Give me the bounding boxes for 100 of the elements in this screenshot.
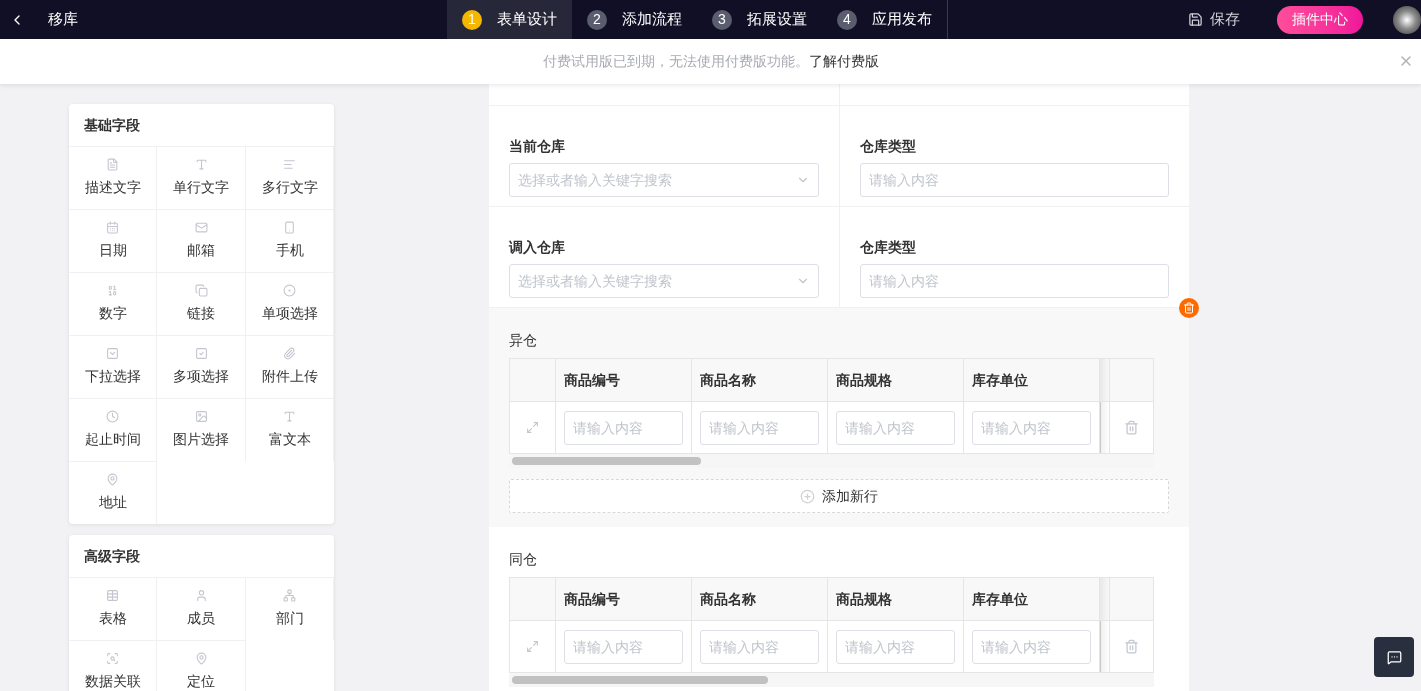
plugin-center-button[interactable]: 插件中心 [1277,5,1363,34]
user-icon [194,589,208,602]
save-button[interactable]: 保存 [1188,8,1240,31]
field-type-item[interactable]: 日期 [69,209,157,272]
avatar[interactable] [1393,5,1421,34]
input-field[interactable]: 请输入内容 [700,410,819,445]
field-type-item[interactable]: 单项选择 [246,272,334,335]
add-row-button[interactable]: 添加新行 [509,479,1169,513]
column-header: 商品名称 [692,359,828,401]
plus-circle-icon [800,488,815,504]
field-type-item[interactable]: 定位 [157,640,246,691]
trash-icon[interactable] [1124,420,1139,435]
field-type-item[interactable]: 图片选择 [157,398,246,461]
step-number: 2 [587,9,607,30]
text-icon [283,410,296,423]
fixed-column-shadow [1100,621,1109,672]
document-icon [106,158,119,171]
trash-icon[interactable] [1124,639,1139,654]
scrollbar-thumb[interactable] [512,676,768,684]
org-chart-icon [283,589,296,602]
field-type-item[interactable]: 链接 [157,272,246,335]
save-icon [1188,12,1203,27]
input-field[interactable]: 请输入内容 [836,629,955,664]
notice-text: 付费试用版已到期，无法使用付费版功能。 [542,52,809,71]
field-label: 仓库类型 [860,238,916,257]
field-type-item[interactable]: 表格 [69,577,157,640]
column-header: 商品规格 [828,578,964,620]
dropdown-icon [106,347,119,360]
scrollbar-thumb[interactable] [512,457,701,465]
step-tab[interactable]: 2 添加流程 [572,0,697,39]
group-title: 基础字段 [83,115,141,135]
step-tab[interactable]: 3 拓展设置 [697,0,822,39]
field-type-item[interactable]: 下拉选择 [69,335,157,398]
step-tab[interactable]: 4 应用发布 [822,0,947,39]
input-field[interactable]: 请输入内容 [972,410,1091,445]
radio-icon [283,284,296,297]
header-cell [1109,359,1153,401]
input-field[interactable]: 请输入内容 [836,410,955,445]
field-type-item[interactable]: 多项选择 [157,335,246,398]
step-number: 3 [712,9,732,30]
clock-icon [106,410,119,423]
chat-icon [1386,649,1402,665]
phone-icon [283,221,296,234]
checkbox-icon [194,347,208,360]
paragraph-icon [283,158,296,171]
number-icon [106,284,119,297]
step-number: 4 [837,9,857,30]
location-pin-icon [194,652,208,665]
field-type-item[interactable]: 附件上传 [246,335,334,398]
fixed-column-shadow [1100,359,1109,401]
field-type-item[interactable]: 多行文字 [246,146,334,209]
field-type-item[interactable]: 数据关联 [69,640,157,691]
input-field[interactable]: 请输入内容 [860,163,1169,197]
delete-badge[interactable] [1179,298,1199,318]
field-type-item[interactable]: 部门 [246,577,334,640]
mail-icon [194,221,208,234]
column-header: 商品名称 [692,578,828,620]
expand-icon[interactable] [526,421,539,434]
field-type-item[interactable]: 描述文字 [69,146,157,209]
header-cell [510,578,556,620]
header-cell [510,359,556,401]
input-field[interactable]: 请输入内容 [700,629,819,664]
subtable-title: 同仓 [509,550,537,569]
fixed-column-shadow [1100,402,1109,453]
field-type-item[interactable]: 成员 [157,577,246,640]
column-header: 库存单位 [964,578,1100,620]
table-icon [106,589,119,602]
learn-more-link[interactable]: 了解付费版 [808,51,879,72]
calendar-icon [106,221,119,234]
field-type-item[interactable]: 手机 [246,209,334,272]
input-field[interactable]: 请输入内容 [972,629,1091,664]
link-icon [194,284,208,297]
column-header: 商品编号 [556,359,692,401]
column-header: 库存单位 [964,359,1100,401]
input-field[interactable]: 请输入内容 [860,264,1169,298]
step-tab[interactable]: 1 表单设计 [447,0,572,39]
chat-button[interactable] [1374,637,1414,677]
input-field[interactable]: 请输入内容 [564,410,683,445]
field-type-item[interactable]: 单行文字 [157,146,246,209]
field-type-item[interactable]: 富文本 [246,398,334,461]
location-pin-icon [106,473,119,486]
image-icon [194,410,208,423]
subtable-section[interactable]: 异仓 商品编号 商品名称 商品规格 库存单位 请输入内容 请输入内容 请输入内容 请输入内容 添加新行 [489,308,1189,527]
expand-icon[interactable] [526,640,539,653]
field-type-item[interactable]: 地址 [69,461,157,524]
trash-icon [1183,302,1195,314]
header-cell [1109,578,1153,620]
column-header: 商品规格 [828,359,964,401]
group-title: 高级字段 [83,546,141,566]
field-type-item[interactable]: 起止时间 [69,398,157,461]
input-field[interactable]: 请输入内容 [564,629,683,664]
field-type-item[interactable]: 数字 [69,272,157,335]
field-type-item[interactable]: 邮箱 [157,209,246,272]
subtable-title: 异仓 [509,331,537,350]
fixed-column-shadow [1100,578,1109,620]
field-label: 调入仓库 [509,238,565,257]
field-label: 仓库类型 [860,137,916,156]
page-title: 移库 [48,9,78,30]
text-icon [194,158,208,171]
step-number: 1 [462,9,482,30]
